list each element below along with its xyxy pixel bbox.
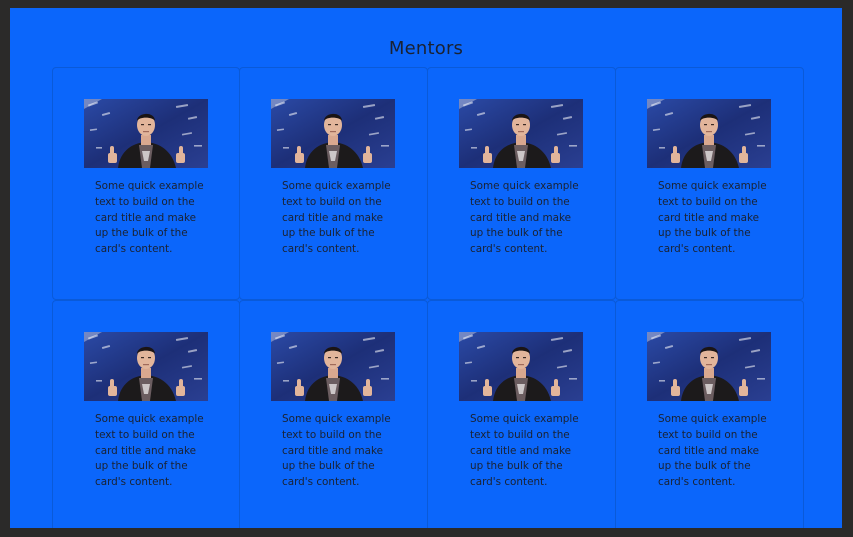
mentor-card: Some quick example text to build on the … — [615, 67, 804, 300]
card-text: Some quick example text to build on the … — [658, 180, 767, 256]
mentor-card: Some quick example text to build on the … — [427, 300, 616, 528]
mentor-photo — [271, 99, 395, 168]
mentor-photo — [459, 99, 583, 168]
mentor-photo — [84, 332, 208, 401]
mentor-card-grid: Some quick example text to build on the … — [52, 67, 804, 528]
mentor-card: Some quick example text to build on the … — [52, 300, 240, 528]
card-text: Some quick example text to build on the … — [470, 180, 579, 256]
mentor-photo — [271, 332, 395, 401]
card-text: Some quick example text to build on the … — [658, 413, 767, 489]
card-text: Some quick example text to build on the … — [95, 180, 204, 256]
card-text: Some quick example text to build on the … — [282, 413, 391, 489]
mentor-photo — [647, 332, 771, 401]
mentor-card: Some quick example text to build on the … — [239, 67, 428, 300]
card-text: Some quick example text to build on the … — [282, 180, 391, 256]
mentor-card: Some quick example text to build on the … — [239, 300, 428, 528]
mentor-photo — [459, 332, 583, 401]
mentor-card: Some quick example text to build on the … — [52, 67, 240, 300]
page-container: Mentors Some quick example text to build… — [10, 8, 842, 528]
card-text: Some quick example text to build on the … — [470, 413, 579, 489]
page-title: Mentors — [388, 38, 464, 59]
card-text: Some quick example text to build on the … — [95, 413, 204, 489]
mentor-card: Some quick example text to build on the … — [427, 67, 616, 300]
mentor-card: Some quick example text to build on the … — [615, 300, 804, 528]
mentor-photo — [647, 99, 771, 168]
mentor-photo — [84, 99, 208, 168]
